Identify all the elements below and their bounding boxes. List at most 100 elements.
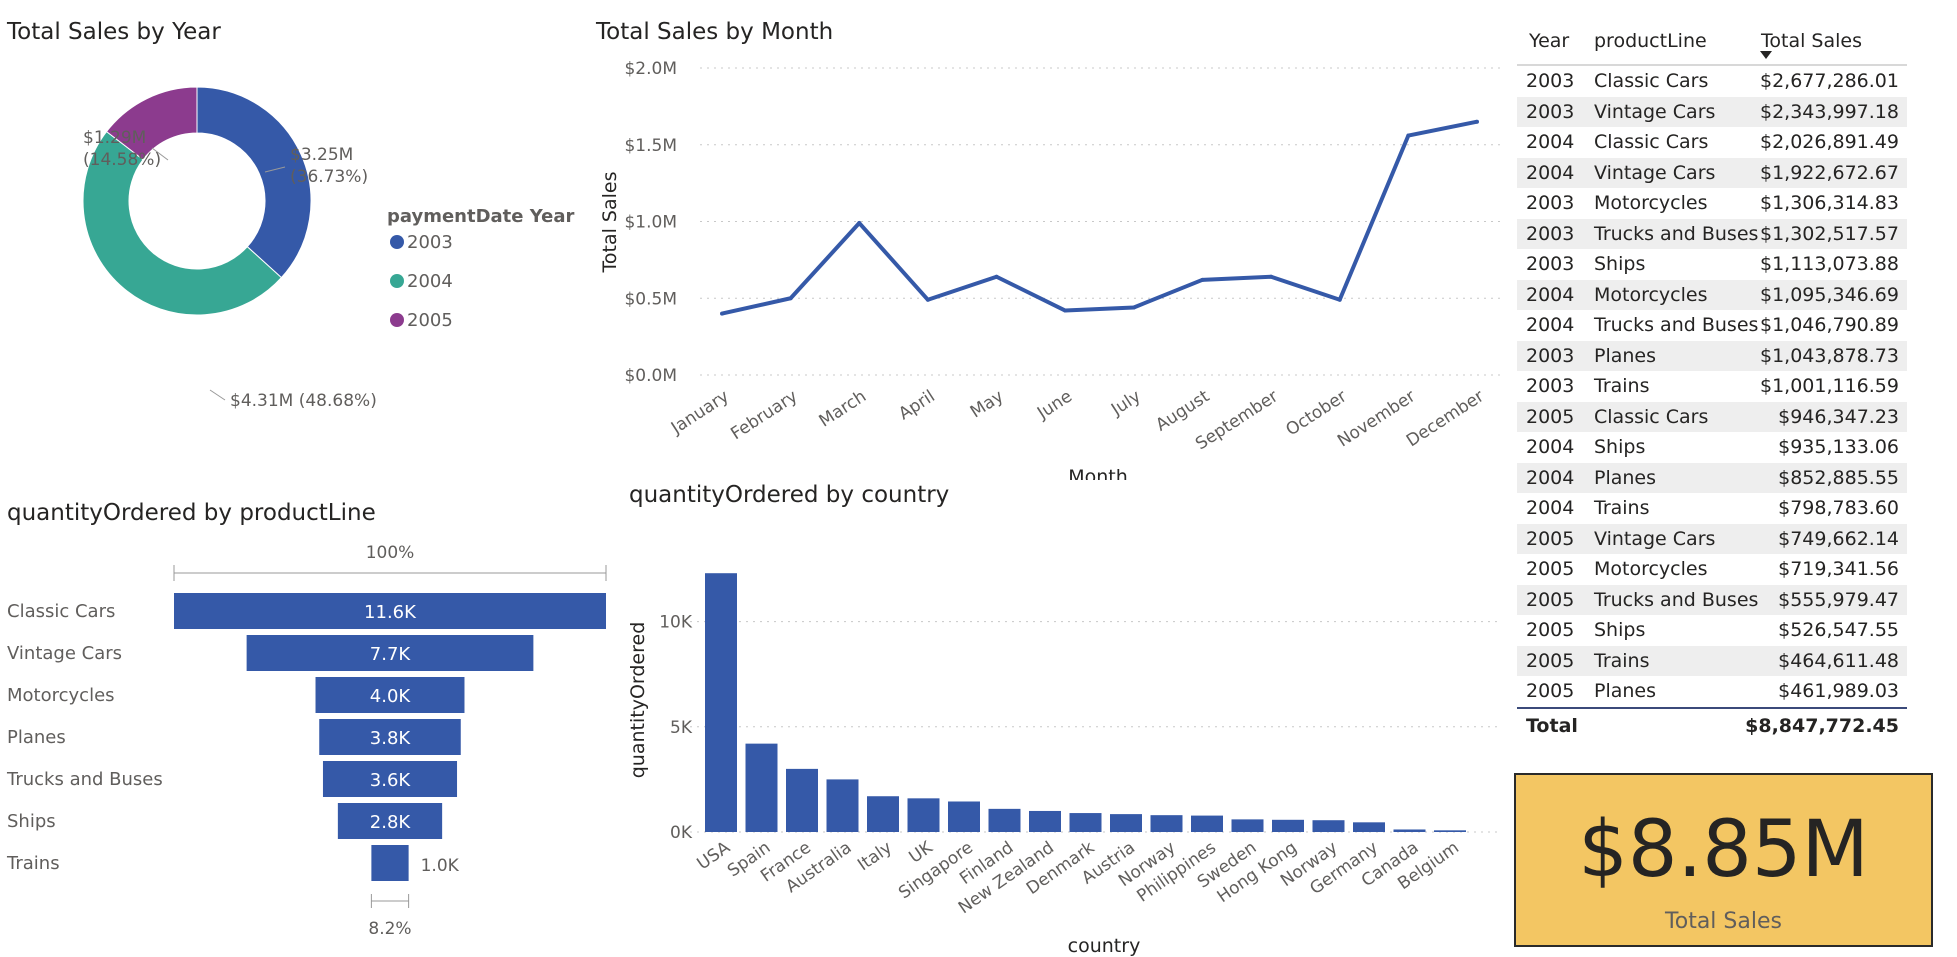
cell-year: 2005 [1526, 558, 1575, 580]
cell-year: 2003 [1526, 253, 1575, 275]
cell-year: 2003 [1526, 192, 1575, 214]
bar-finland [988, 808, 1021, 832]
line-x-tick: March [816, 386, 870, 431]
bar-y-tick: 10K [659, 613, 693, 633]
cell-total-sales: $935,133.06 [1778, 436, 1899, 458]
table-row[interactable]: 2003 Planes $1,043,878.73 [1517, 340, 1907, 371]
bar-chart[interactable]: 0K5K10KquantityOrderedUSASpainFranceAust… [620, 520, 1510, 957]
bar-y-axis-label: quantityOrdered [627, 622, 649, 779]
table-row[interactable]: 2003 Trucks and Buses $1,302,517.57 [1517, 218, 1907, 249]
table-row[interactable]: 2005 Trains $464,611.48 [1517, 645, 1907, 676]
line-x-tick: May [967, 386, 1007, 422]
cell-year: 2004 [1526, 283, 1575, 306]
line-point-august [1200, 277, 1205, 282]
bar-norway [1312, 820, 1345, 832]
cell-productline: Vintage Cars [1594, 100, 1716, 123]
bar-x-tick: Italy [854, 838, 896, 876]
table-row[interactable]: 2005 Trucks and Buses $555,979.47 [1517, 584, 1907, 615]
bar-x-axis-label: country [1068, 935, 1141, 957]
line-y-tick: $1.0M [624, 213, 677, 233]
table-row[interactable]: 2005 Ships $526,547.55 [1517, 615, 1907, 646]
cell-total-sales: $1,043,878.73 [1759, 344, 1899, 367]
cell-year: 2003 [1526, 100, 1575, 123]
total-sales-card[interactable]: $8.85M Total Sales [1514, 773, 1933, 947]
funnel-category-label: Trains [6, 853, 60, 874]
cell-year: 2004 [1526, 314, 1575, 336]
cell-year: 2005 [1526, 588, 1575, 611]
table-row[interactable]: 2003 Classic Cars $2,677,286.01 [1517, 66, 1907, 97]
line-point-july [1131, 305, 1136, 310]
cell-productline: Planes [1594, 680, 1657, 702]
bar-belgium [1434, 830, 1466, 832]
cell-year: 2004 [1526, 497, 1575, 519]
table-row[interactable]: 2005 Motorcycles $719,341.56 [1517, 554, 1907, 585]
header-year[interactable]: Year [1529, 30, 1569, 52]
donut-title: Total Sales by Year [7, 19, 221, 45]
line-x-tick: January [667, 386, 733, 438]
sort-desc-icon[interactable] [1760, 51, 1772, 59]
donut-pct-label: (36.73%) [290, 167, 368, 187]
line-point-october [1337, 297, 1342, 302]
funnel-data-label: 7.7K [370, 644, 412, 665]
table-row[interactable]: 2005 Vintage Cars $749,662.14 [1517, 523, 1907, 554]
line-point-march [857, 221, 862, 226]
cell-productline: Classic Cars [1594, 70, 1709, 92]
table-row[interactable]: 2003 Motorcycles $1,306,314.83 [1517, 188, 1907, 219]
table-row[interactable]: 2005 Planes $461,989.03 [1517, 676, 1907, 707]
cell-total-sales: $526,547.55 [1778, 619, 1899, 641]
table-row[interactable]: 2003 Vintage Cars $2,343,997.18 [1517, 96, 1907, 127]
donut-chart[interactable]: $3.25M(36.73%) $4.31M (48.68%) $1.29M(14.5… [0, 60, 590, 440]
line-point-december [1475, 119, 1479, 124]
table-row[interactable]: 2004 Planes $852,885.55 [1517, 462, 1907, 493]
funnel-data-label: 3.6K [370, 770, 412, 791]
cell-productline: Ships [1594, 253, 1646, 275]
cell-total-sales: $1,095,346.69 [1759, 283, 1899, 306]
sales-table[interactable]: Year productLine Total Sales 2003 Classic… [1517, 24, 1907, 743]
line-x-tick: February [727, 386, 801, 444]
table-row[interactable]: 2004 Trains $798,783.60 [1517, 493, 1907, 524]
line-y-tick: $0.0M [624, 366, 677, 386]
table-row[interactable]: 2005 Classic Cars $946,347.23 [1517, 401, 1907, 432]
cell-year: 2004 [1526, 131, 1575, 153]
funnel-chart[interactable]: 100% Classic Cars 11.6K Vintage Cars 7.7K Mot… [0, 535, 620, 945]
table-row[interactable]: 2004 Ships $935,133.06 [1517, 432, 1907, 463]
legend-label-2003: 2003 [407, 232, 453, 253]
funnel-top-label: 100% [366, 543, 415, 563]
cell-year: 2005 [1526, 619, 1575, 641]
cell-productline: Planes [1594, 344, 1657, 367]
cell-productline: Trucks and Buses [1594, 588, 1759, 611]
legend-marker-2003 [390, 235, 404, 249]
funnel-category-label: Trucks and Buses [6, 769, 163, 790]
header-productline[interactable]: productLine [1594, 30, 1707, 52]
table-row[interactable]: 2003 Trains $1,001,116.59 [1517, 371, 1907, 402]
cell-total-sales: $2,026,891.49 [1759, 131, 1899, 153]
line-y-tick: $1.5M [624, 136, 677, 156]
line-y-tick: $2.0M [624, 59, 677, 79]
line-point-september [1269, 274, 1274, 279]
line-x-axis-label: Month [1068, 466, 1128, 480]
cell-total-sales: $946,347.23 [1778, 405, 1899, 428]
bar-france [786, 768, 818, 832]
line-x-tick: April [895, 386, 938, 424]
bar-denmark [1069, 813, 1102, 832]
table-row[interactable]: 2004 Motorcycles $1,095,346.69 [1517, 279, 1907, 310]
cell-year: 2003 [1526, 344, 1575, 367]
donut-pct-label: (14.58%) [83, 150, 161, 170]
cell-total-sales: $2,677,286.01 [1759, 70, 1899, 92]
cell-productline: Classic Cars [1594, 405, 1709, 428]
table-row[interactable]: 2003 Ships $1,113,073.88 [1517, 249, 1907, 280]
line-x-tick: November [1334, 386, 1419, 451]
line-chart[interactable]: $0.0M $0.5M $1.0M $1.5M $2.0M Total Sales Janu… [590, 55, 1505, 480]
header-total-sales[interactable]: Total Sales [1761, 30, 1862, 52]
cell-productline: Motorcycles [1594, 558, 1708, 580]
table-row[interactable]: 2004 Classic Cars $2,026,891.49 [1517, 127, 1907, 158]
bar-y-tick: 0K [670, 823, 693, 843]
cell-total-sales: $1,306,314.83 [1759, 192, 1899, 214]
legend-marker-2004 [390, 274, 404, 288]
table-row[interactable]: 2004 Vintage Cars $1,922,672.67 [1517, 157, 1907, 188]
cell-year: 2004 [1526, 466, 1575, 489]
cell-year: 2005 [1526, 405, 1575, 428]
table-row[interactable]: 2004 Trucks and Buses $1,046,790.89 [1517, 310, 1907, 341]
bar-italy [867, 796, 899, 832]
cell-productline: Trucks and Buses [1594, 314, 1759, 336]
